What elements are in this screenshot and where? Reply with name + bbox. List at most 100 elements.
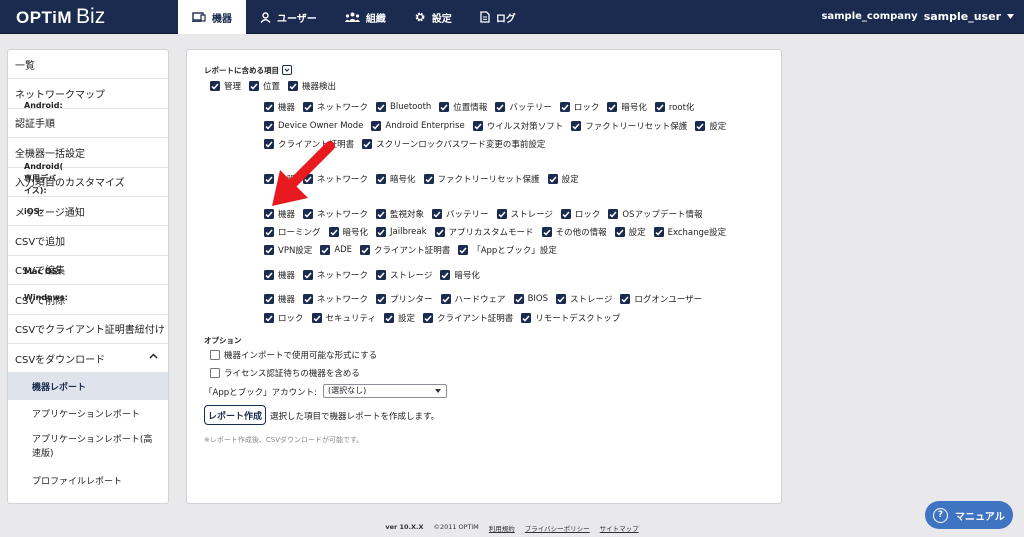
- checkbox-checked-icon[interactable]: [376, 102, 387, 112]
- checkbox-checked-icon[interactable]: [560, 209, 571, 219]
- checkbox-checked-icon[interactable]: [328, 227, 339, 237]
- checkbox-checked-icon[interactable]: [608, 209, 619, 219]
- sidebar-subitem-device-report[interactable]: 機器レポート: [8, 373, 168, 401]
- nav-tab-log[interactable]: ログ: [466, 0, 530, 34]
- checkbox-checked-icon[interactable]: [311, 313, 322, 323]
- checkbox-checked-icon[interactable]: [458, 245, 469, 255]
- report-item-checkbox[interactable]: ロック: [264, 312, 304, 324]
- checkbox-checked-icon[interactable]: [371, 121, 382, 131]
- checkbox-checked-icon[interactable]: [264, 270, 274, 280]
- report-item-checkbox[interactable]: 機器: [264, 101, 295, 113]
- sidebar-subitem-app-report-fast[interactable]: アプリケーションレポート(高速版): [8, 427, 168, 468]
- manual-button[interactable]: ? マニュアル: [925, 501, 1013, 529]
- report-item-checkbox[interactable]: その他の情報: [541, 226, 607, 238]
- sidebar-item-auth-steps[interactable]: 認証手順: [8, 109, 168, 139]
- sidebar-subitem-profile-report[interactable]: プロファイルレポート: [8, 467, 168, 495]
- checkbox-checked-icon[interactable]: [547, 174, 558, 184]
- generate-report-button[interactable]: レポート作成: [204, 405, 266, 425]
- checkbox-checked-icon[interactable]: [303, 294, 314, 304]
- checkbox-checked-icon[interactable]: [376, 227, 387, 237]
- checkbox-checked-icon[interactable]: [620, 294, 631, 304]
- sitemap-link[interactable]: サイトマップ: [600, 523, 639, 533]
- checkbox-checked-icon[interactable]: [614, 227, 625, 237]
- report-item-checkbox[interactable]: ウイルス対策ソフト: [472, 120, 563, 132]
- report-item-checkbox[interactable]: スクリーンロックパスワード変更の事前設定: [362, 138, 545, 150]
- checkbox-checked-icon[interactable]: [440, 294, 451, 304]
- terms-link[interactable]: 利用規約: [489, 523, 515, 533]
- report-item-checkbox[interactable]: ネットワーク: [303, 293, 368, 305]
- checkbox-checked-icon[interactable]: [653, 227, 664, 237]
- sidebar-subitem-app-report[interactable]: アプリケーションレポート: [8, 400, 168, 428]
- optim-biz-logo[interactable]: OPTiM Biz: [16, 5, 105, 29]
- report-item-checkbox[interactable]: ロック: [559, 101, 599, 113]
- checkbox-checked-icon[interactable]: [384, 313, 395, 323]
- report-item-checkbox[interactable]: Bluetooth: [376, 102, 431, 112]
- checkbox-checked-icon[interactable]: [423, 174, 434, 184]
- checkbox-checked-icon[interactable]: [264, 313, 274, 323]
- checkbox-checked-icon[interactable]: [495, 102, 506, 112]
- report-item-checkbox[interactable]: ストレージ: [376, 269, 432, 281]
- report-item-checkbox[interactable]: VPN設定: [264, 244, 312, 256]
- checkbox-checked-icon[interactable]: [654, 102, 665, 112]
- checkbox-checked-icon[interactable]: [432, 209, 443, 219]
- report-item-checkbox[interactable]: アプリカスタムモード: [434, 226, 534, 238]
- nav-tab-settings[interactable]: 設定: [400, 0, 466, 34]
- report-item-checkbox[interactable]: バッテリー: [432, 208, 489, 220]
- report-item-checkbox[interactable]: ロック: [560, 208, 600, 220]
- checkbox-checked-icon[interactable]: [264, 102, 274, 112]
- checkbox-checked-icon[interactable]: [210, 81, 220, 91]
- checkbox-unchecked[interactable]: [210, 350, 220, 360]
- checkbox-checked-icon[interactable]: [264, 294, 274, 304]
- report-item-checkbox[interactable]: root化: [654, 101, 694, 113]
- checkbox-checked-icon[interactable]: [559, 102, 570, 112]
- report-item-checkbox[interactable]: Device Owner Mode: [264, 121, 363, 131]
- checkbox-checked-icon[interactable]: [496, 209, 507, 219]
- checkbox-checked-icon[interactable]: [264, 245, 274, 255]
- report-item-checkbox[interactable]: 設定: [614, 226, 646, 238]
- checkbox-checked-icon[interactable]: [472, 121, 483, 131]
- checkbox-checked-icon[interactable]: [434, 227, 445, 237]
- report-item-checkbox[interactable]: ファクトリーリセット保護: [423, 173, 540, 185]
- checkbox-checked-icon[interactable]: [556, 294, 566, 304]
- report-item-checkbox[interactable]: BIOS: [513, 294, 548, 304]
- report-item-checkbox[interactable]: OSアップデート情報: [608, 208, 703, 220]
- checkbox-checked-icon[interactable]: [695, 121, 706, 131]
- checkbox-checked-icon[interactable]: [521, 313, 532, 323]
- report-item-checkbox[interactable]: 監視対象: [376, 208, 424, 220]
- checkbox-checked-icon[interactable]: [376, 174, 387, 184]
- checkbox-checked-icon[interactable]: [439, 102, 450, 112]
- checkbox-checked-icon[interactable]: [376, 209, 387, 219]
- report-item-checkbox[interactable]: ログオンユーザー: [620, 293, 702, 305]
- report-item-checkbox[interactable]: 機器: [264, 293, 295, 305]
- report-item-checkbox[interactable]: 暗号化: [376, 173, 416, 185]
- report-item-checkbox[interactable]: ネットワーク: [303, 101, 368, 113]
- sidebar-item-csv-add[interactable]: CSVで追加: [8, 226, 168, 256]
- checkbox-checked-icon[interactable]: [288, 81, 299, 91]
- report-item-checkbox[interactable]: 機器検出: [288, 80, 336, 92]
- nav-tab-devices[interactable]: 機器: [178, 0, 246, 34]
- report-item-checkbox[interactable]: ADE: [320, 245, 352, 255]
- checkbox-checked-icon[interactable]: [440, 270, 451, 280]
- account-select[interactable]: (選択なし): [323, 384, 447, 398]
- sidebar-item-csv-cert-link[interactable]: CSVでクライアント証明書紐付け: [8, 315, 168, 344]
- checkbox-checked-icon[interactable]: [360, 245, 371, 255]
- checkbox-checked-icon[interactable]: [571, 121, 582, 131]
- report-item-checkbox[interactable]: ハードウェア: [440, 293, 506, 305]
- sidebar-item-csv-download[interactable]: CSVをダウンロード: [8, 344, 168, 374]
- report-item-checkbox[interactable]: 設定: [384, 312, 415, 324]
- checkbox-checked-icon[interactable]: [264, 121, 274, 131]
- checkbox-checked-icon[interactable]: [320, 245, 331, 255]
- option-import-format[interactable]: 機器インポートで使用可能な形式にする: [210, 349, 377, 361]
- report-item-checkbox[interactable]: 機器: [264, 269, 295, 281]
- report-item-checkbox[interactable]: ローミング: [264, 226, 321, 238]
- report-item-checkbox[interactable]: Android Enterprise: [371, 121, 465, 131]
- report-item-checkbox[interactable]: 管理: [210, 80, 241, 92]
- user-menu[interactable]: sample_company sample_user: [821, 10, 1014, 23]
- report-item-checkbox[interactable]: クライアント証明書: [360, 244, 450, 256]
- collapse-toggle-button[interactable]: [282, 65, 292, 75]
- report-item-checkbox[interactable]: リモートデスクトップ: [521, 312, 620, 324]
- report-item-checkbox[interactable]: Jailbreak: [376, 227, 427, 237]
- report-item-checkbox[interactable]: セキュリティ: [311, 312, 376, 324]
- report-item-checkbox[interactable]: 「Appとブック」設定: [458, 244, 557, 256]
- report-item-checkbox[interactable]: ストレージ: [556, 293, 612, 305]
